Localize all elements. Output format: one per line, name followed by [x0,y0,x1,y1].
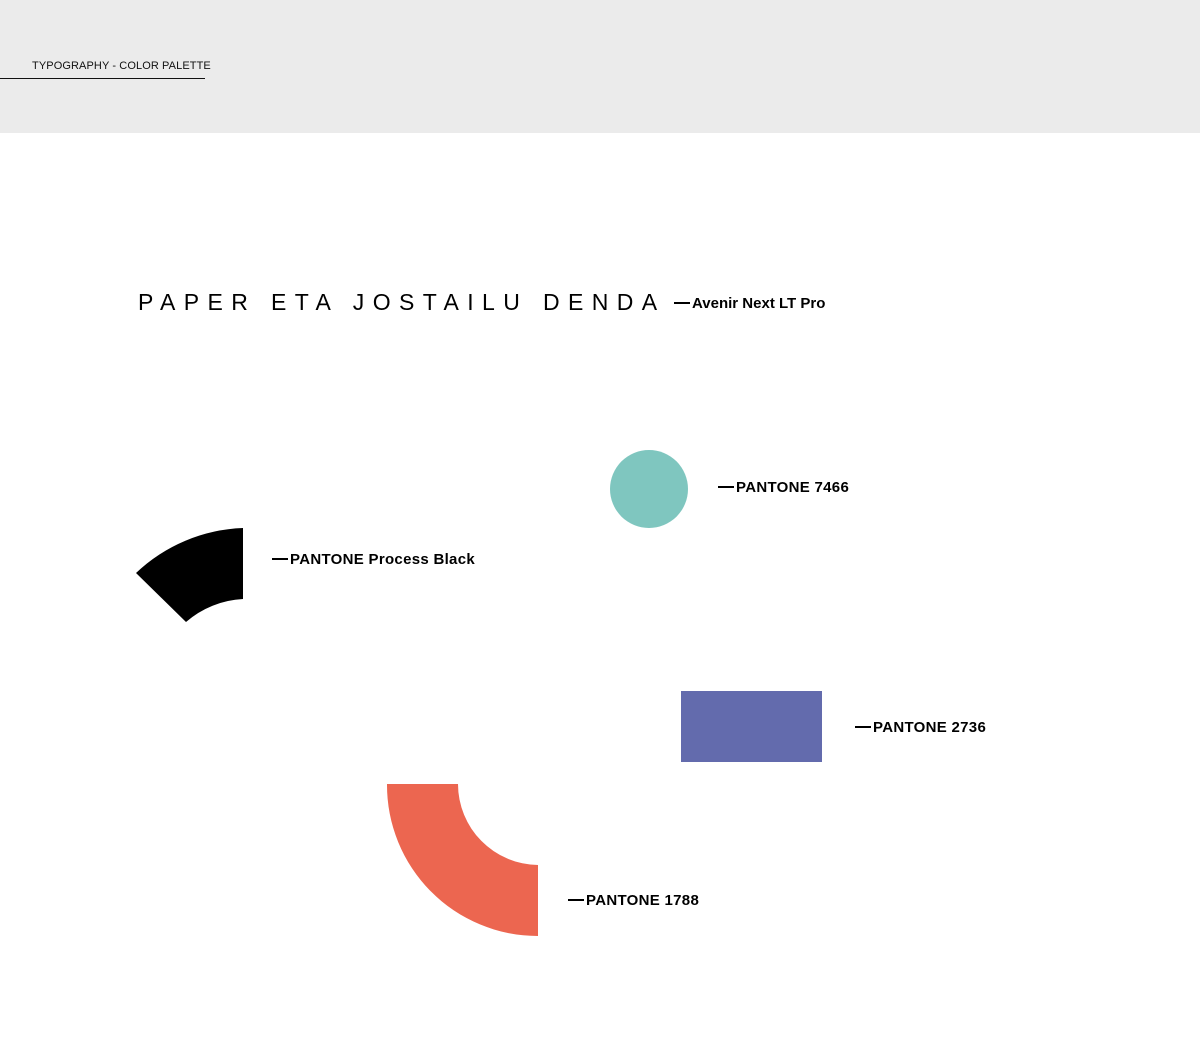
header-band: TYPOGRAPHY - COLOR PALETTE [0,0,1200,133]
palette-shapes [136,528,538,936]
font-name-text: Avenir Next LT Pro [692,295,826,312]
font-name-label: Avenir Next LT Pro [674,295,825,312]
pantone-7466-swatch [610,450,688,528]
process-black-swatch [136,528,243,622]
dash-icon [674,302,690,304]
dash-icon [272,558,288,560]
pantone-2736-swatch [681,691,822,762]
pantone-2736-label: PANTONE 2736 [855,719,986,736]
pantone-1788-swatch [386,784,538,936]
section-label: TYPOGRAPHY - COLOR PALETTE [32,60,211,72]
pantone-1788-label-text: PANTONE 1788 [586,892,700,909]
process-black-label: PANTONE Process Black [272,551,475,568]
pantone-1788-label: PANTONE 1788 [568,892,699,909]
page: TYPOGRAPHY - COLOR PALETTE PAPER ETA JOS… [0,0,1200,1043]
typography-sample: PAPER ETA JOSTAILU DENDA [138,289,666,315]
dash-icon [718,486,734,488]
dash-icon [568,899,584,901]
process-black-label-text: PANTONE Process Black [290,551,475,568]
pantone-7466-label-text: PANTONE 7466 [736,479,850,496]
section-underline [0,78,205,79]
pantone-7466-label: PANTONE 7466 [718,479,849,496]
dash-icon [855,726,871,728]
pantone-2736-label-text: PANTONE 2736 [873,719,987,736]
